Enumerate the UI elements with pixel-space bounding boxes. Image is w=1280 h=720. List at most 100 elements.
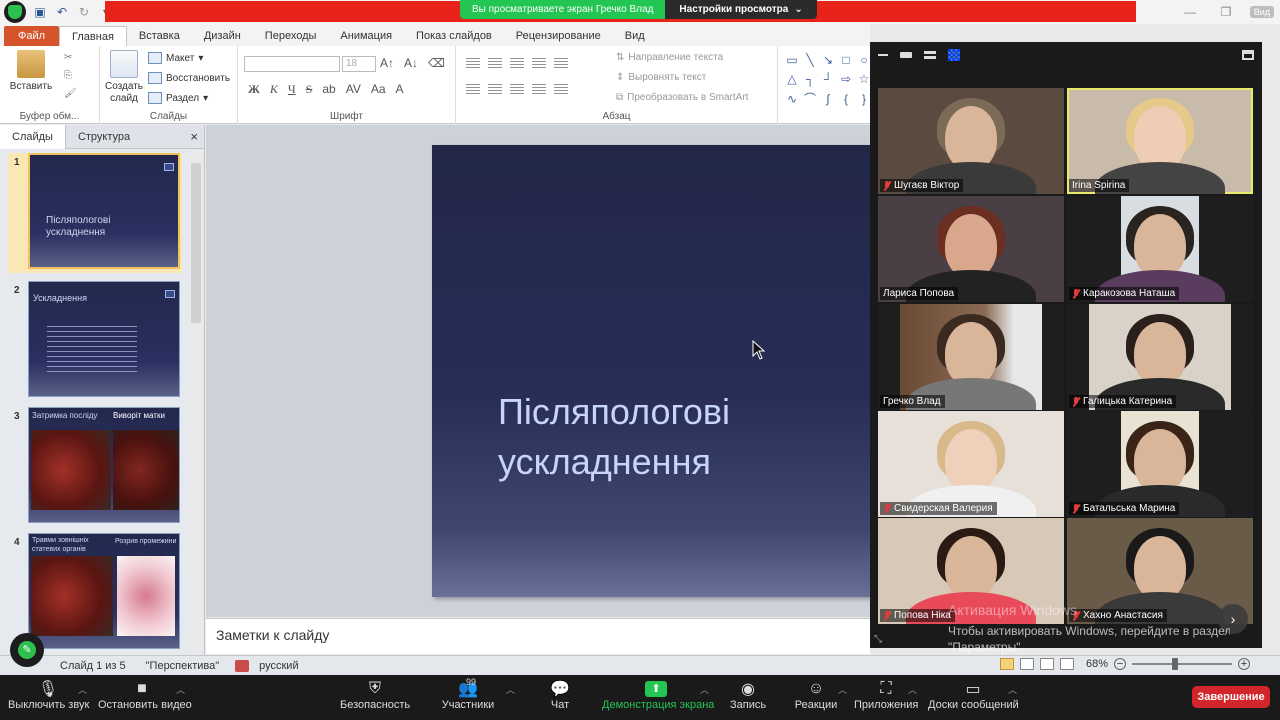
close-pane-icon[interactable]: × <box>190 129 198 144</box>
tab-review[interactable]: Рецензирование <box>504 26 613 46</box>
chevron-up-icon[interactable]: ︿ <box>506 683 515 696</box>
share-screen-button[interactable]: ⬆ Демонстрация экрана <box>602 679 714 711</box>
speaker-view-icon[interactable] <box>900 52 912 58</box>
undo-icon[interactable]: ↶ <box>54 4 70 20</box>
increase-indent-icon[interactable] <box>532 58 546 70</box>
format-painter-button[interactable]: 🖌 <box>64 88 77 99</box>
resize-grip-icon[interactable]: ⤡ <box>874 634 882 645</box>
spellcheck-icon[interactable] <box>235 659 250 672</box>
freeform-icon[interactable]: ∫ <box>820 91 836 108</box>
restore-icon[interactable]: ❐ <box>1208 5 1244 19</box>
sorter-view-icon[interactable] <box>1019 658 1034 670</box>
participant-tile[interactable]: Каракозова Наташа <box>1067 196 1253 302</box>
shrink-font-icon[interactable]: A↓ <box>404 56 418 70</box>
align-text-button[interactable]: ⇕ Выровнять текст <box>616 72 706 83</box>
redo-icon[interactable]: ↻ <box>76 4 92 20</box>
participant-tile[interactable]: Лариса Попова <box>878 196 1064 302</box>
zoom-in-icon[interactable]: + <box>1238 658 1250 670</box>
participant-tile-active[interactable]: Irina Spirina <box>1067 88 1253 194</box>
chevron-up-icon[interactable]: ︿ <box>1008 683 1017 696</box>
thumbs-scrollbar[interactable] <box>190 151 202 651</box>
spacing-icon[interactable]: ab <box>322 82 335 97</box>
tab-transitions[interactable]: Переходы <box>253 26 329 46</box>
decrease-indent-icon[interactable] <box>510 58 524 70</box>
exit-gallery-icon[interactable] <box>1242 50 1254 60</box>
zoom-out-icon[interactable]: − <box>1114 658 1126 670</box>
tab-design[interactable]: Дизайн <box>192 26 253 46</box>
text-direction-button[interactable]: ⇅ Направление текста <box>616 52 723 63</box>
participant-tile[interactable]: Батальська Марина <box>1067 411 1253 517</box>
cut-button[interactable]: ✂ <box>64 52 72 63</box>
participant-tile[interactable]: Свидерская Валерия <box>878 411 1064 517</box>
grow-font-icon[interactable]: A↑ <box>380 56 394 70</box>
align-right-icon[interactable] <box>510 84 524 96</box>
columns-icon[interactable] <box>554 84 568 96</box>
line-icon[interactable]: ╲ <box>802 52 818 69</box>
chat-button[interactable]: 💬 Чат <box>546 679 574 711</box>
slide-editing-area[interactable]: Післяпологові ускладнення <box>206 125 870 617</box>
smartart-button[interactable]: ⧉ Преобразовать в SmartArt <box>616 92 748 103</box>
participant-tile[interactable]: Шугаєв Віктор <box>878 88 1064 194</box>
tab-home[interactable]: Главная <box>59 26 127 46</box>
scroll-thumb[interactable] <box>191 163 201 323</box>
new-slide-button[interactable]: Создать слайд <box>102 50 146 105</box>
chevron-up-icon[interactable]: ︿ <box>908 683 917 696</box>
clear-format-icon[interactable]: ⌫ <box>428 56 445 70</box>
slide-thumbnail-1[interactable]: 1 Післяпологові ускладнення <box>8 153 182 273</box>
view-options-button[interactable]: Настройки просмотра ⌄ <box>665 0 817 19</box>
current-slide[interactable]: Післяпологові ускладнення <box>432 145 870 597</box>
section-button[interactable]: Раздел ▾ <box>148 92 208 104</box>
chevron-up-icon[interactable]: ︿ <box>700 683 709 696</box>
strip-view-icon[interactable] <box>924 51 936 59</box>
triangle-icon[interactable]: △ <box>784 71 800 88</box>
reading-view-icon[interactable] <box>1039 658 1054 670</box>
textbox-icon[interactable]: ▭ <box>784 52 800 69</box>
tab-slides[interactable]: Слайды <box>0 124 66 149</box>
elbow-icon[interactable]: ┘ <box>820 71 836 88</box>
chevron-up-icon[interactable]: ︿ <box>78 683 87 696</box>
record-button[interactable]: ◉ Запись <box>730 679 766 711</box>
minimize-icon[interactable]: — <box>1172 5 1208 19</box>
align-center-icon[interactable] <box>488 84 502 96</box>
paste-button[interactable]: Вставить <box>8 50 54 93</box>
slideshow-view-icon[interactable] <box>1059 658 1074 670</box>
save-icon[interactable]: ▣ <box>32 4 48 20</box>
normal-view-icon[interactable] <box>999 658 1014 670</box>
chevron-up-icon[interactable]: ︿ <box>838 683 847 696</box>
bullets-icon[interactable] <box>466 58 480 70</box>
tab-slideshow[interactable]: Показ слайдов <box>404 26 504 46</box>
mute-button[interactable]: 🎙 Выключить звук <box>8 679 89 711</box>
bold-icon[interactable]: Ж <box>248 82 260 97</box>
char-spacing-icon[interactable]: AV <box>346 82 361 97</box>
case-icon[interactable]: Aa <box>371 82 386 97</box>
rectangle-icon[interactable]: □ <box>838 52 854 69</box>
justify-icon[interactable] <box>532 84 546 96</box>
language[interactable]: русский <box>249 660 308 672</box>
line-spacing-icon[interactable] <box>554 58 568 70</box>
minimize-gallery-icon[interactable] <box>878 54 888 56</box>
participants-button[interactable]: 👥 99 Участники <box>440 677 496 711</box>
participant-tile[interactable]: Галицька Катерина <box>1067 304 1253 410</box>
layout-button[interactable]: Макет ▾ <box>148 52 203 64</box>
tab-file[interactable]: Файл <box>4 26 60 46</box>
shapes-gallery[interactable]: ▭ ╲ ↘ □ ○ △ ┐ ┘ ⇨ ☆ ∿ ⌒ ∫{} <box>784 52 870 108</box>
reactions-button[interactable]: ☺ Реакции <box>794 679 838 711</box>
stop-video-button[interactable]: ■ Остановить видео <box>98 679 192 711</box>
arc-icon[interactable]: ⌒ <box>802 91 818 108</box>
tab-outline[interactable]: Структура <box>66 125 142 149</box>
whiteboards-button[interactable]: ▭ Доски сообщений <box>928 679 1019 711</box>
slide-title[interactable]: Післяпологові ускладнення <box>498 387 730 487</box>
zoom-slider[interactable] <box>1132 658 1232 670</box>
annotate-button[interactable]: ✎ <box>10 633 44 667</box>
reset-button[interactable]: Восстановить <box>148 72 230 84</box>
zoom-level[interactable]: 68% <box>1086 658 1108 670</box>
underline-icon[interactable]: Ч <box>288 82 296 97</box>
right-arrow-icon[interactable]: ⇨ <box>838 71 854 88</box>
font-color-icon[interactable]: A <box>396 82 404 97</box>
font-size-box[interactable]: 18 <box>342 56 376 72</box>
slide-thumbnail-2[interactable]: 2 Ускладнення <box>8 281 182 401</box>
numbering-icon[interactable] <box>488 58 502 70</box>
end-meeting-button[interactable]: Завершение <box>1192 686 1270 708</box>
brace-icon[interactable]: { <box>838 91 854 108</box>
zoom-slider-knob[interactable] <box>1172 658 1178 670</box>
